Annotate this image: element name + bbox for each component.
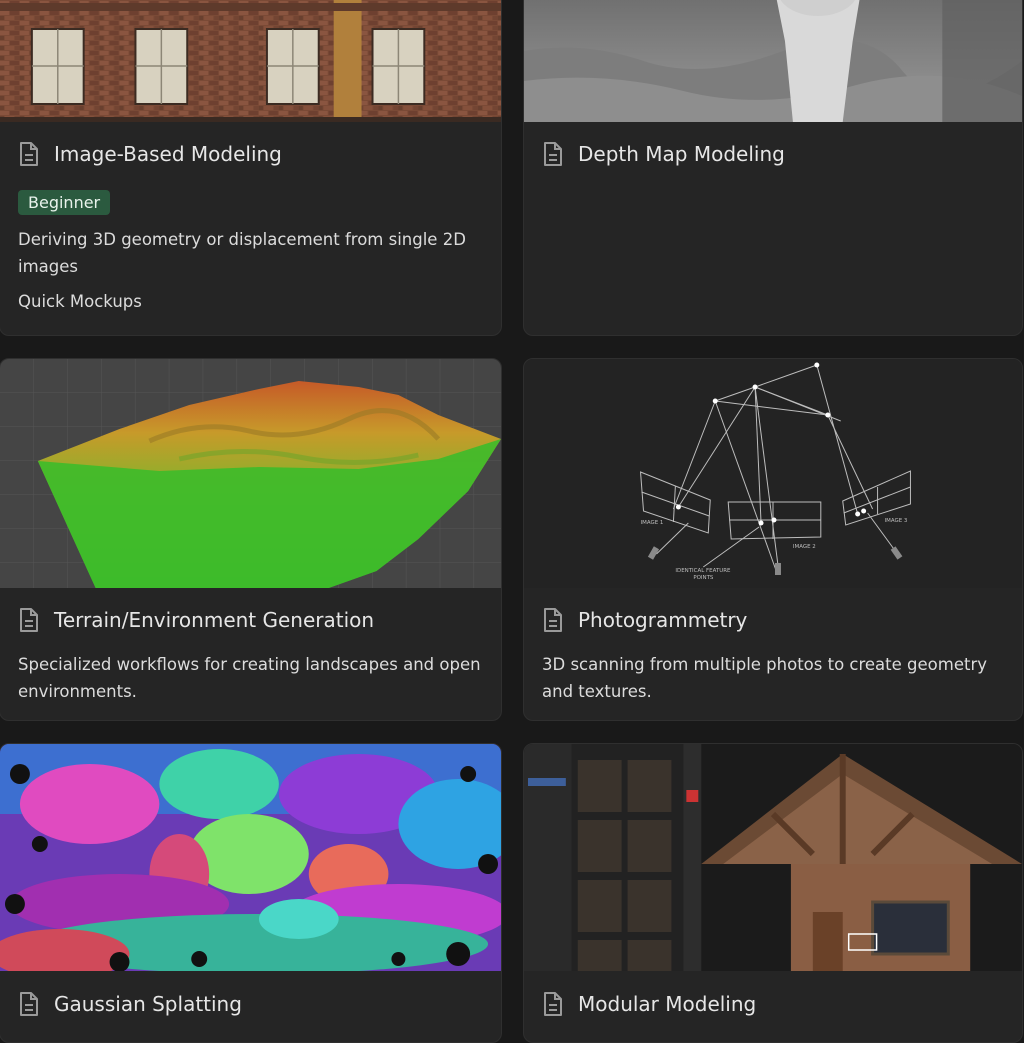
card-title: Modular Modeling	[578, 992, 757, 1016]
document-icon	[542, 141, 564, 167]
image2-label: IMAGE 2	[793, 544, 816, 550]
document-icon	[542, 607, 564, 633]
card-terrain-environment-generation[interactable]: Terrain/Environment Generation Specializ…	[0, 358, 502, 721]
card-gaussian-splatting[interactable]: Gaussian Splatting	[0, 743, 502, 1043]
card-title: Gaussian Splatting	[54, 992, 242, 1016]
difficulty-tag: Beginner	[18, 190, 111, 215]
feature-label-line1: IDENTICAL FEATURE	[675, 568, 731, 574]
card-cover-image	[524, 0, 1022, 122]
card-title: Photogrammetry	[578, 608, 748, 632]
document-icon	[18, 607, 40, 633]
card-image-based-modeling[interactable]: Image-Based Modeling Beginner Deriving 3…	[0, 0, 502, 336]
card-property: Quick Mockups	[18, 292, 142, 311]
card-description: Specialized workflows for creating lands…	[18, 655, 481, 701]
image1-label: IMAGE 1	[641, 520, 664, 526]
card-cover-image	[0, 744, 501, 971]
card-cover-image	[0, 359, 501, 588]
card-cover-image	[524, 744, 1022, 971]
document-icon	[18, 141, 40, 167]
card-description: 3D scanning from multiple photos to crea…	[542, 655, 987, 701]
card-depth-map-modeling[interactable]: Depth Map Modeling	[523, 0, 1023, 336]
card-modular-modeling[interactable]: Modular Modeling	[523, 743, 1023, 1043]
card-title: Depth Map Modeling	[578, 142, 785, 166]
document-icon	[18, 991, 40, 1017]
card-cover-image	[0, 0, 501, 122]
document-icon	[542, 991, 564, 1017]
card-title: Image-Based Modeling	[54, 142, 282, 166]
card-photogrammetry[interactable]: IMAGE 1 IMAGE 2 IMAGE 3 IDENTICAL FEATUR…	[523, 358, 1023, 721]
image3-label: IMAGE 3	[885, 518, 908, 524]
card-title: Terrain/Environment Generation	[54, 608, 375, 632]
card-description: Deriving 3D geometry or displacement fro…	[18, 230, 466, 276]
card-cover-image: IMAGE 1 IMAGE 2 IMAGE 3 IDENTICAL FEATUR…	[524, 359, 1022, 588]
feature-label-line2: POINTS	[693, 575, 714, 581]
